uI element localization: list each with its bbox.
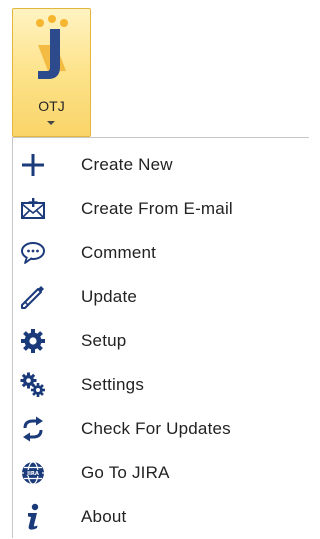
menu-item-create-from-email[interactable]: Create From E-mail: [13, 187, 309, 231]
menu-item-settings[interactable]: Settings: [13, 363, 309, 407]
menu-item-comment[interactable]: Comment: [13, 231, 309, 275]
menu-item-label: Create From E-mail: [81, 199, 233, 218]
menu-item-label: About: [81, 507, 127, 526]
menu-item-label: Create New: [81, 155, 173, 174]
menu-item-label: Settings: [81, 375, 145, 394]
globe-icon: JIRA: [18, 458, 48, 488]
otj-dropdown-menu: Create New Create From E-mail Comment Up…: [12, 137, 309, 538]
menu-item-check-for-updates[interactable]: Check For Updates: [13, 407, 309, 451]
pencil-icon: [18, 282, 48, 312]
menu-item-update[interactable]: Update: [13, 275, 309, 319]
menu-item-setup[interactable]: Setup: [13, 319, 309, 363]
menu-item-label: Comment: [81, 243, 157, 262]
menu-item-create-new[interactable]: Create New: [13, 143, 309, 187]
jira-logo-icon: [36, 15, 68, 79]
menu-item-label: Setup: [81, 331, 127, 350]
plus-icon: [18, 150, 48, 180]
svg-text:JIRA: JIRA: [26, 471, 39, 477]
menu-item-go-to-jira[interactable]: JIRA Go To JIRA: [13, 451, 309, 495]
speech-bubble-icon: [18, 238, 48, 268]
otj-ribbon-button[interactable]: OTJ: [12, 8, 91, 137]
dropdown-arrow-icon[interactable]: [47, 121, 55, 125]
gear-icon: [18, 326, 48, 356]
menu-item-label: Go To JIRA: [81, 463, 170, 482]
menu-item-label: Update: [81, 287, 138, 306]
envelope-icon: [18, 194, 48, 224]
gears-icon: [18, 370, 48, 400]
info-icon: [18, 502, 48, 532]
menu-item-about[interactable]: About: [13, 495, 309, 539]
ribbon-button-label: OTJ: [38, 98, 65, 114]
refresh-arrows-icon: [18, 414, 48, 444]
menu-item-label: Check For Updates: [81, 419, 231, 438]
